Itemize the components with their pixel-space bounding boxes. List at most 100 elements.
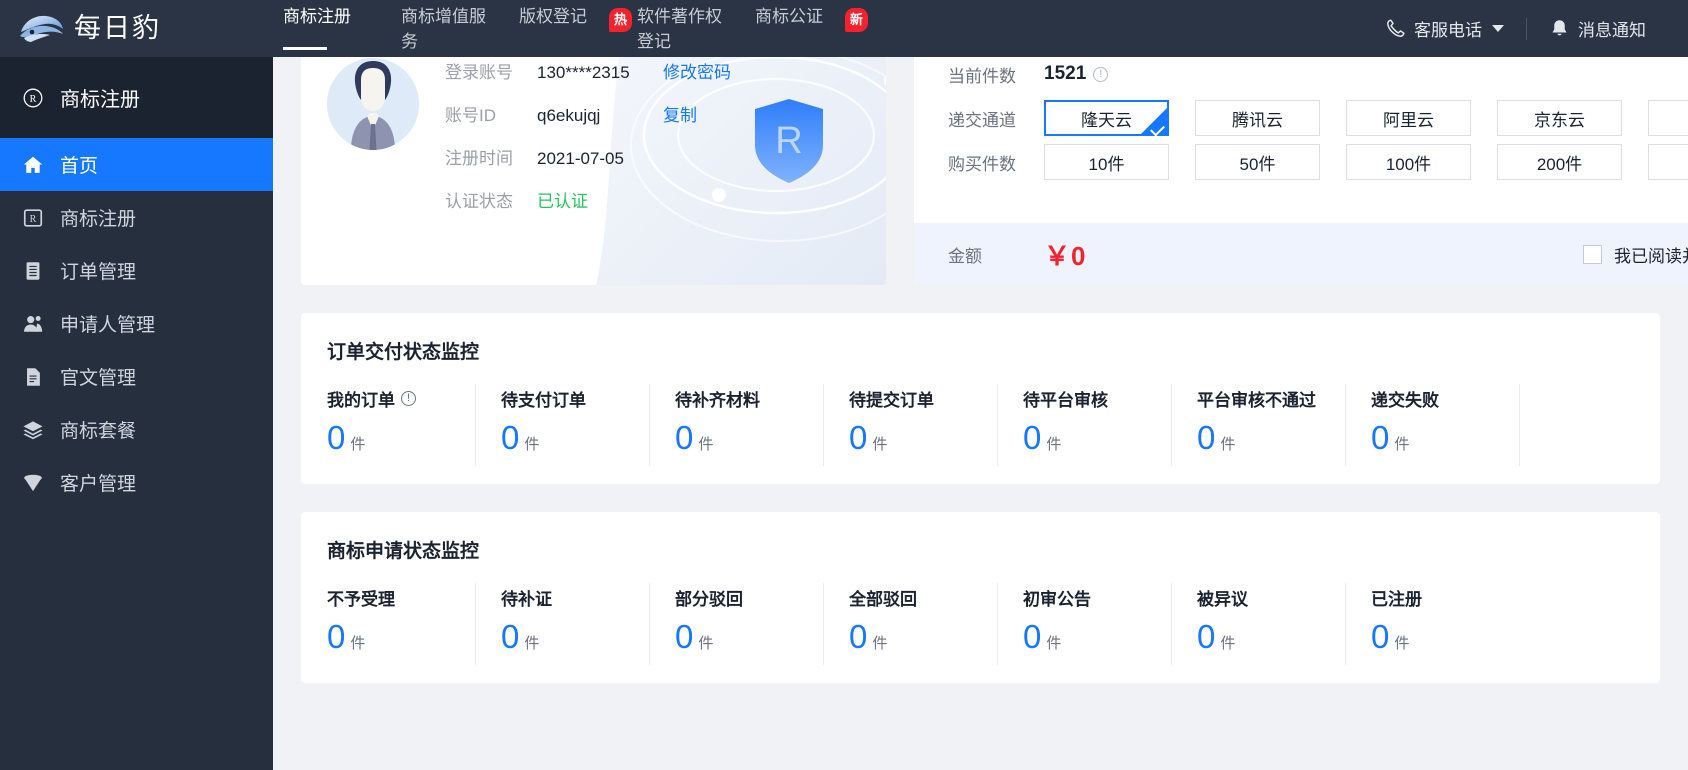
quantity-option-50[interactable]: 50件	[1195, 144, 1320, 180]
sidebar-item-label: 首页	[60, 156, 99, 177]
stat-number: 0	[501, 419, 520, 456]
stat-pending-submission[interactable]: 待提交订单 0 件	[823, 384, 997, 466]
support-phone-label: 客服电话	[1414, 21, 1482, 40]
apply-panel-title: 商标申请状态监控	[327, 541, 480, 562]
stat-label-wrap: 平台审核不通过	[1197, 386, 1345, 411]
amount-label: 金额	[948, 246, 982, 266]
top-nav-item-trademark-registration[interactable]: 商标注册	[273, 0, 391, 57]
brand-logo-area[interactable]: 每日豹	[0, 0, 273, 57]
stat-number: 0	[327, 618, 346, 655]
top-nav-item-copyright-registration[interactable]: 版权登记 热	[509, 0, 633, 57]
sidebar-item-trademark-package[interactable]: 商标套餐	[0, 403, 273, 456]
order-delivery-monitor-panel: 订单交付状态监控 我的订单 ! 0 件 待支付订单 0 件 待补齐材料 0 件 …	[301, 313, 1660, 484]
stat-label: 我的订单	[327, 391, 395, 410]
quantity-option-200[interactable]: 200件	[1497, 144, 1622, 180]
channel-label: 递交通道	[948, 110, 1016, 130]
stat-unit: 件	[698, 635, 714, 652]
stat-number: 0	[1023, 618, 1042, 655]
stat-pending-materials[interactable]: 待补齐材料 0 件	[649, 384, 823, 466]
stat-overflow-clipped[interactable]	[1519, 384, 1688, 466]
sidebar-item-applicant-management[interactable]: 申请人管理	[0, 297, 273, 350]
stat-fully-rejected[interactable]: 全部驳回 0 件	[823, 583, 997, 665]
stat-unit: 件	[524, 436, 540, 453]
top-nav-label: 版权登记	[519, 7, 587, 26]
sidebar-item-official-document-management[interactable]: 官文管理	[0, 350, 273, 403]
stat-label: 被异议	[1197, 590, 1248, 609]
info-icon[interactable]: !	[401, 391, 416, 406]
channel-option-tencent[interactable]: 腾讯云	[1195, 100, 1320, 136]
stat-not-accepted[interactable]: 不予受理 0 件	[301, 585, 475, 653]
order-panel-title: 订单交付状态监控	[327, 342, 480, 363]
sidebar-item-home[interactable]: 首页	[0, 138, 273, 191]
stat-label: 待支付订单	[501, 391, 586, 410]
channel-option-alibaba[interactable]: 阿里云	[1346, 100, 1471, 136]
quantity-option-10[interactable]: 10件	[1044, 144, 1169, 180]
stat-pending-platform-review[interactable]: 待平台审核 0 件	[997, 384, 1171, 466]
stat-label-wrap: 待补证	[501, 585, 649, 610]
channel-option-more[interactable]	[1648, 100, 1688, 136]
stat-platform-review-failed[interactable]: 平台审核不通过 0 件	[1171, 384, 1345, 466]
copy-link[interactable]: 复制	[663, 101, 697, 126]
agreement-checkbox-group[interactable]: 我已阅读并同	[1583, 242, 1688, 267]
stat-unit: 件	[872, 436, 888, 453]
stat-number: 0	[1197, 419, 1216, 456]
top-nav-label: 软件著作权登记	[637, 7, 722, 51]
channel-options: 隆天云 腾讯云 阿里云 京东云	[1044, 100, 1688, 137]
info-icon[interactable]: !	[1093, 66, 1109, 82]
stat-pending-payment[interactable]: 待支付订单 0 件	[475, 384, 649, 466]
stat-label-wrap: 待补齐材料	[675, 386, 823, 411]
top-nav-item-trademark-value-added[interactable]: 商标增值服务	[391, 0, 509, 57]
sidebar-item-trademark-registration[interactable]: R 商标注册	[0, 191, 273, 244]
stat-submission-failed[interactable]: 递交失败 0 件	[1345, 384, 1519, 466]
stat-value-wrap: 0 件	[1023, 421, 1171, 454]
sidebar-item-label: 订单管理	[60, 262, 137, 283]
field-login-account: 登录账号 130****2315 修改密码	[445, 58, 731, 101]
stat-number: 0	[675, 419, 694, 456]
agreement-checkbox[interactable]	[1583, 244, 1602, 264]
stat-unit: 件	[1220, 436, 1236, 453]
channel-option-longtian[interactable]: 隆天云	[1044, 100, 1169, 137]
stat-label: 全部驳回	[849, 590, 917, 609]
top-nav-item-trademark-notarization[interactable]: 商标公证 新	[745, 0, 869, 57]
stat-value-wrap: 0 件	[1023, 620, 1171, 653]
scroll-content: R 账户信息	[273, 57, 1688, 683]
field-account-id: 账号ID q6ekujqj 复制	[445, 101, 731, 144]
field-label: 认证状态	[445, 192, 513, 211]
message-notification-button[interactable]: 消息通知	[1527, 16, 1668, 41]
field-label: 账号ID	[445, 106, 496, 125]
top-cards-row: R 账户信息	[273, 57, 1688, 285]
quantity-label: 购买件数	[948, 154, 1016, 174]
quantity-option-label: 50件	[1239, 154, 1276, 174]
stat-value-wrap: 0 件	[327, 620, 475, 653]
stat-unit: 件	[350, 635, 366, 652]
stat-number: 0	[1197, 618, 1216, 655]
stat-pending-certificate[interactable]: 待补证 0 件	[475, 583, 649, 665]
stat-my-orders[interactable]: 我的订单 ! 0 件	[301, 386, 475, 454]
stat-unit: 件	[350, 436, 366, 453]
quantity-option-100[interactable]: 100件	[1346, 144, 1471, 180]
quantity-options: 10件 50件 100件 200件	[1044, 144, 1688, 180]
stat-number: 0	[1023, 419, 1042, 456]
sidebar-item-order-management[interactable]: 订单管理	[0, 244, 273, 297]
channel-option-jd[interactable]: 京东云	[1497, 100, 1622, 136]
stat-value-wrap: 0 件	[501, 620, 649, 653]
top-nav-item-software-copyright[interactable]: 软件著作权登记	[627, 0, 745, 57]
stat-opposed[interactable]: 被异议 0 件	[1171, 583, 1345, 665]
stat-number: 0	[849, 618, 868, 655]
stat-preliminary-announcement[interactable]: 初审公告 0 件	[997, 583, 1171, 665]
quantity-option-label: 200件	[1536, 154, 1583, 174]
document-icon	[22, 366, 44, 388]
stat-partially-rejected[interactable]: 部分驳回 0 件	[649, 583, 823, 665]
support-phone-menu[interactable]: 客服电话	[1363, 16, 1526, 41]
agreement-label: 我已阅读并同	[1614, 246, 1688, 266]
svg-text:R: R	[30, 213, 37, 224]
sidebar-item-customer-management[interactable]: 客户管理	[0, 456, 273, 509]
quantity-option-more[interactable]	[1648, 144, 1688, 180]
channel-option-label: 阿里云	[1383, 110, 1434, 130]
stat-number: 0	[1371, 618, 1390, 655]
change-password-link[interactable]: 修改密码	[663, 58, 731, 83]
stat-unit: 件	[1394, 436, 1410, 453]
stat-label: 待提交订单	[849, 391, 934, 410]
stat-value-wrap: 0 件	[675, 620, 823, 653]
stat-registered[interactable]: 已注册 0 件	[1345, 583, 1519, 665]
